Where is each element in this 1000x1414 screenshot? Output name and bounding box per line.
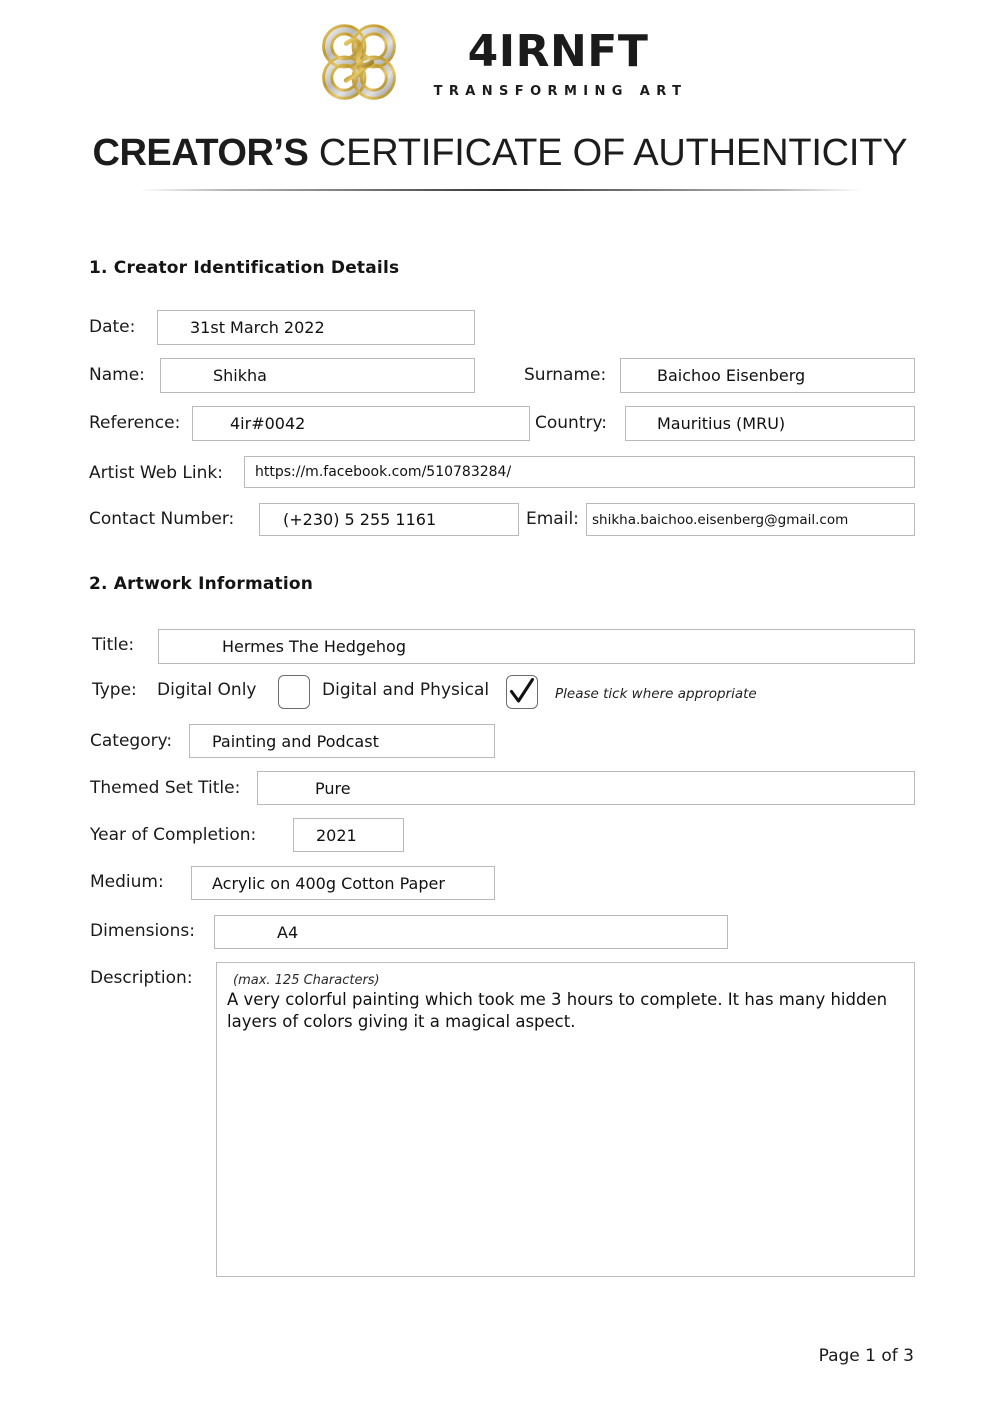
email-label: Email: [526, 509, 579, 529]
artwork-title-field[interactable]: Hermes The Hedgehog [158, 629, 915, 664]
category-value: Painting and Podcast [212, 731, 379, 751]
date-value: 31st March 2022 [190, 318, 325, 337]
title-divider [140, 189, 862, 191]
description-value: A very colorful painting which took me 3… [227, 990, 888, 1031]
themed-set-title-value: Pure [315, 778, 351, 798]
country-label: Country: [535, 413, 608, 433]
brand-header: 4IRNFT TRANSFORMING ART [0, 14, 1000, 110]
date-label: Date: [89, 317, 136, 337]
year-of-completion-label: Year of Completion: [90, 825, 257, 845]
4irnft-quatrefoil-knot-logo-icon [313, 16, 405, 108]
reference-value: 4ir#0042 [230, 414, 306, 433]
surname-field[interactable]: Baichoo Eisenberg [620, 358, 915, 393]
reference-field[interactable]: 4ir#0042 [192, 406, 530, 441]
page-title: CREATOR’S CERTIFICATE OF AUTHENTICITY [0, 130, 1000, 176]
year-of-completion-value: 2021 [316, 825, 357, 845]
type-option-digital-and-physical-label: Digital and Physical [322, 680, 490, 700]
type-option-digital-only-label: Digital Only [157, 680, 257, 700]
reference-label: Reference: [89, 413, 181, 433]
checkbox-digital-and-physical[interactable] [506, 675, 538, 709]
country-value: Mauritius (MRU) [657, 414, 786, 433]
year-of-completion-field[interactable]: 2021 [293, 818, 404, 852]
dimensions-value: A4 [277, 922, 299, 942]
page-title-bold: CREATOR’S [92, 132, 309, 174]
artist-web-link-value: https://m.facebook.com/510783284/ [255, 464, 512, 480]
category-field[interactable]: Painting and Podcast [189, 724, 495, 758]
email-value: shikha.baichoo.eisenberg@gmail.com [592, 511, 849, 528]
themed-set-title-label: Themed Set Title: [90, 778, 241, 798]
medium-label: Medium: [90, 872, 164, 892]
brand-tagline: TRANSFORMING ART [433, 83, 688, 99]
surname-value: Baichoo Eisenberg [657, 366, 806, 385]
checkbox-digital-only[interactable] [278, 675, 310, 709]
type-label: Type: [92, 680, 137, 700]
dimensions-field[interactable]: A4 [214, 915, 728, 949]
description-hint: (max. 125 Characters) [233, 973, 380, 988]
contact-number-label: Contact Number: [89, 509, 235, 529]
contact-number-field[interactable]: (+230) 5 255 1161 [259, 503, 519, 536]
type-hint: Please tick where appropriate [555, 686, 757, 702]
dimensions-label: Dimensions: [90, 921, 195, 941]
date-field[interactable]: 31st March 2022 [157, 310, 475, 345]
name-field[interactable]: Shikha [160, 358, 475, 393]
category-label: Category: [90, 731, 173, 751]
description-field[interactable]: (max. 125 Characters) A very colorful pa… [216, 962, 915, 1277]
artist-web-link-field[interactable]: https://m.facebook.com/510783284/ [244, 456, 915, 488]
contact-number-value: (+230) 5 255 1161 [283, 510, 437, 529]
email-field[interactable]: shikha.baichoo.eisenberg@gmail.com [586, 503, 915, 536]
medium-field[interactable]: Acrylic on 400g Cotton Paper [191, 866, 495, 900]
themed-set-title-field[interactable]: Pure [257, 771, 915, 805]
page-title-rest: CERTIFICATE OF AUTHENTICITY [318, 132, 908, 174]
section-1-heading: 1. Creator Identification Details [89, 258, 400, 278]
name-value: Shikha [213, 366, 267, 385]
artist-web-link-label: Artist Web Link: [89, 463, 223, 483]
medium-value: Acrylic on 400g Cotton Paper [212, 873, 445, 893]
page-footer: Page 1 of 3 [818, 1346, 914, 1366]
surname-label: Surname: [524, 365, 607, 385]
artwork-title-label: Title: [92, 635, 135, 655]
brand-wordmark: 4IRNFT TRANSFORMING ART [429, 26, 688, 99]
description-label: Description: [90, 968, 193, 988]
brand-name: 4IRNFT [467, 25, 649, 77]
country-field[interactable]: Mauritius (MRU) [625, 406, 915, 441]
name-label: Name: [89, 365, 145, 385]
artwork-title-value: Hermes The Hedgehog [222, 637, 406, 656]
section-2-heading: 2. Artwork Information [89, 574, 314, 594]
check-tick-icon [507, 676, 537, 708]
